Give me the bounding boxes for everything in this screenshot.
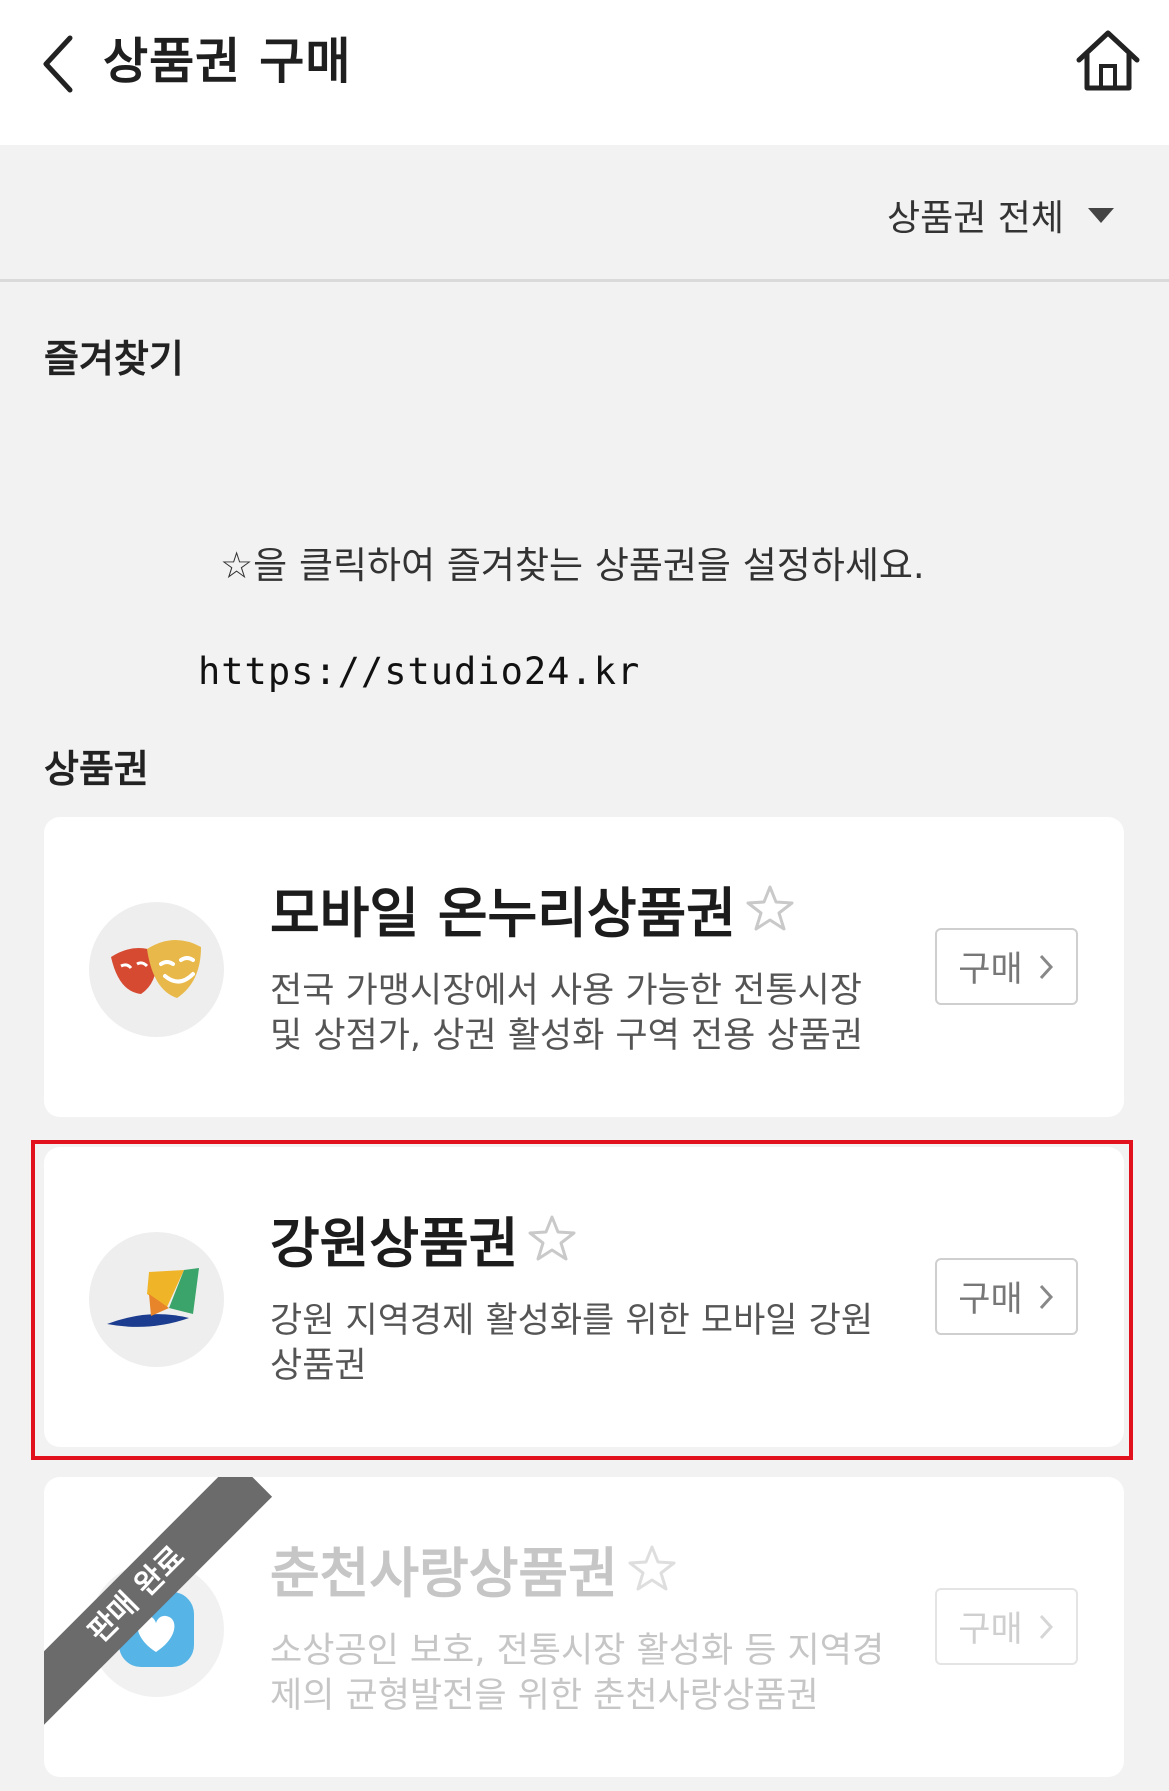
buy-button-label: 구매: [958, 950, 1023, 990]
caret-down-icon: [1088, 207, 1114, 223]
buy-button-label: 구매: [958, 1610, 1023, 1650]
voucher-description: 소상공인 보호, 전통시장 활성화 등 지역경제의 균형발전을 위한 춘천사랑상…: [270, 1631, 885, 1716]
chevron-right-icon: [1039, 1284, 1053, 1309]
star-icon[interactable]: [744, 883, 796, 935]
voucher-name: 모바일 온누리상품권: [270, 882, 736, 945]
star-icon[interactable]: [526, 1213, 578, 1265]
buy-button-label: 구매: [958, 1280, 1023, 1320]
back-button[interactable]: [36, 30, 86, 98]
voucher-card-gangwon[interactable]: 강원상품권 강원 지역경제 활성화를 위한 모바일 강원상품권 구매: [44, 1147, 1124, 1447]
buy-button[interactable]: 구매: [935, 928, 1078, 1005]
voucher-description: 전국 가맹시장에서 사용 가능한 전통시장 및 상점가, 상권 활성화 구역 전…: [270, 971, 864, 1056]
watermark-url: https://studio24.kr: [198, 650, 641, 693]
filter-bar: 상품권 전체: [0, 145, 1169, 282]
voucher-description: 강원 지역경제 활성화를 위한 모바일 강원상품권: [270, 1301, 874, 1386]
buy-button[interactable]: 구매: [935, 1588, 1078, 1665]
favorites-empty-message: ☆을 클릭하여 즐겨찾는 상품권을 설정하세요.: [220, 544, 925, 587]
chevron-left-icon: [43, 35, 73, 93]
star-icon[interactable]: [626, 1543, 678, 1595]
gangwon-logo: [89, 1232, 224, 1367]
voucher-card-onnuri[interactable]: 모바일 온누리상품권 전국 가맹시장에서 사용 가능한 전통시장 및 상점가, …: [44, 817, 1124, 1117]
voucher-category-select[interactable]: 상품권 전체: [887, 187, 1114, 243]
voucher-card-title: 모바일 온누리상품권: [270, 869, 796, 948]
home-button[interactable]: [1075, 28, 1141, 94]
buy-button[interactable]: 구매: [935, 1258, 1078, 1335]
favorites-title: 즐겨찾기: [44, 337, 184, 381]
voucher-card-chuncheon[interactable]: 판매 완료 춘천사랑상품권 소상공인 보호, 전통시장 활성화 등 지역경제의 …: [44, 1477, 1124, 1777]
voucher-card-title: 강원상품권: [270, 1199, 578, 1278]
chevron-right-icon: [1039, 1614, 1053, 1639]
voucher-name: 춘천사랑상품권: [270, 1542, 618, 1605]
voucher-name: 강원상품권: [270, 1212, 519, 1275]
chevron-right-icon: [1039, 954, 1053, 979]
home-icon: [1076, 30, 1140, 91]
filter-selected-label: 상품권 전체: [886, 198, 1064, 239]
onnuri-logo: [89, 902, 224, 1037]
vouchers-title: 상품권: [44, 747, 149, 791]
voucher-card-title: 춘천사랑상품권: [270, 1529, 678, 1608]
page-title: 상품권 구매: [103, 33, 352, 90]
app-header: 상품권 구매: [0, 0, 1169, 145]
